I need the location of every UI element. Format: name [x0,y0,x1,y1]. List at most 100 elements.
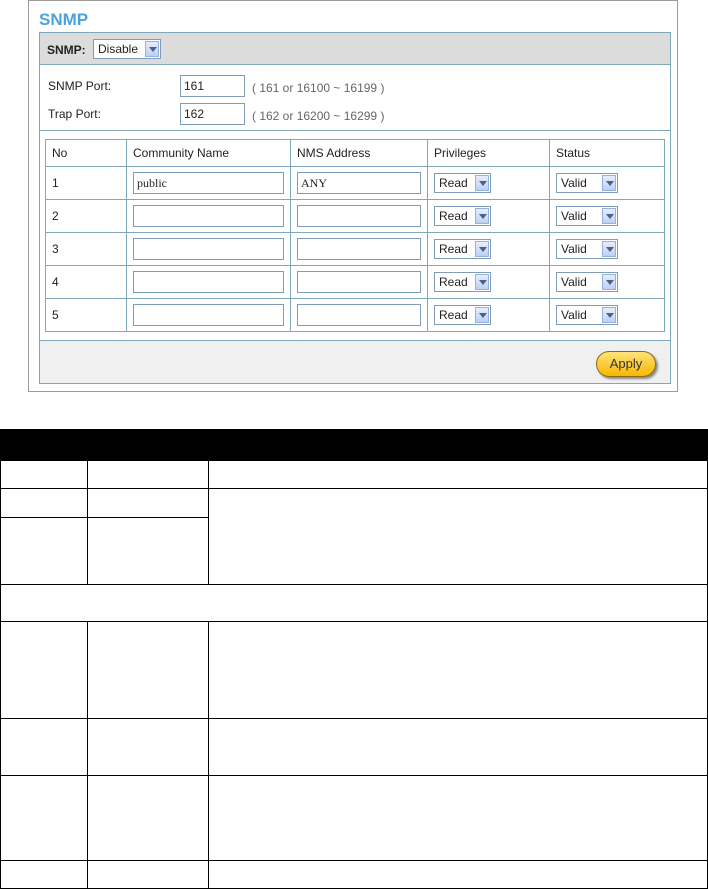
description-cell [0,718,88,776]
privileges-select[interactable]: Read [434,206,491,226]
status-select[interactable]: Valid [556,272,618,292]
description-cell [87,775,209,861]
description-row [0,718,708,776]
description-cell [87,860,209,889]
status-value: Valid [561,275,587,289]
trap-port-input[interactable]: 162 [180,103,245,125]
snmp-enable-select[interactable]: Disable [93,39,161,59]
table-row: 4 Read Valid [45,265,665,299]
description-cell [0,621,88,719]
nms-address-input[interactable]: ANY [297,172,421,194]
chevron-down-icon [475,307,489,323]
description-cell [87,621,209,719]
nms-address-input[interactable] [297,304,421,326]
page-title: SNMP [39,10,89,29]
description-cell [0,860,88,889]
row-number: 4 [45,265,127,299]
privileges-value: Read [439,176,468,190]
privileges-value: Read [439,242,468,256]
community-name-input[interactable] [133,271,284,293]
snmp-panel: SNMP: Disable SNMP Port: 161 ( 161 or 16… [39,32,671,384]
privileges-select[interactable]: Read [434,272,491,292]
apply-button[interactable]: Apply [596,351,656,377]
status-value: Valid [561,308,587,322]
description-cell [87,460,209,489]
description-section-cell [0,584,708,622]
header-privileges: Privileges [427,139,550,167]
status-select[interactable]: Valid [556,305,618,325]
chevron-down-icon [475,241,489,257]
privileges-value: Read [439,275,468,289]
community-table: No Community Name NMS Address Privileges… [45,139,665,332]
snmp-port-input[interactable]: 161 [180,75,245,97]
row-number: 2 [45,199,127,233]
privileges-select[interactable]: Read [434,239,491,259]
description-cell [208,621,708,719]
row-number: 5 [45,298,127,332]
nms-address-input[interactable] [297,205,421,227]
nms-address-input[interactable] [297,271,421,293]
status-select[interactable]: Valid [556,206,618,226]
table-row: 3 Read Valid [45,232,665,266]
chevron-down-icon [145,41,159,57]
description-cell [208,718,708,776]
description-cell [87,517,209,585]
chevron-down-icon [475,208,489,224]
header-nms-address: NMS Address [290,139,428,167]
description-cell [0,517,88,585]
community-name-input[interactable] [133,205,284,227]
chevron-down-icon [602,307,616,323]
description-cell [87,488,209,518]
trap-port-label: Trap Port: [48,107,101,121]
status-value: Valid [561,209,587,223]
description-section-row [0,584,708,622]
panel-footer: Apply [40,340,670,383]
community-name-input[interactable] [133,304,284,326]
description-cell [87,718,209,776]
port-settings: SNMP Port: 161 ( 161 or 16100 ~ 16199 ) … [40,65,670,131]
header-status: Status [549,139,665,167]
chevron-down-icon [475,274,489,290]
chevron-down-icon [602,274,616,290]
snmp-port-label: SNMP Port: [48,79,112,93]
snmp-label: SNMP: [47,43,86,57]
table-row: 2 Read Valid [45,199,665,233]
chevron-down-icon [602,208,616,224]
header-no: No [45,139,127,167]
chevron-down-icon [475,175,489,191]
row-number: 1 [45,166,127,200]
snmp-frame: SNMP SNMP: Disable SNMP Port: 161 ( 161 … [28,0,678,392]
privileges-select[interactable]: Read [434,173,491,193]
header-community-name: Community Name [126,139,291,167]
snmp-enable-value: Disable [98,42,139,56]
row-number: 3 [45,232,127,266]
description-cell [208,775,708,861]
privileges-value: Read [439,308,468,322]
description-header-cell [0,429,88,461]
description-cell [208,860,708,889]
snmp-toggle-bar: SNMP: Disable [40,33,670,65]
description-header-cell [87,429,209,461]
community-name-input[interactable]: public [133,172,284,194]
status-select[interactable]: Valid [556,239,618,259]
table-header-row: No Community Name NMS Address Privileges… [45,139,665,167]
privileges-value: Read [439,209,468,223]
privileges-select[interactable]: Read [434,305,491,325]
status-select[interactable]: Valid [556,173,618,193]
community-name-input[interactable] [133,238,284,260]
description-cell [0,488,88,518]
description-row [0,860,708,889]
description-row [0,621,708,719]
description-cell [0,775,88,861]
description-table [0,429,708,889]
chevron-down-icon [602,241,616,257]
description-cell [0,460,88,489]
nms-address-input[interactable] [297,238,421,260]
description-header-row [0,429,708,461]
description-row [0,488,708,585]
table-row: 5 Read Valid [45,298,665,332]
description-row [0,460,708,489]
description-header-cell [208,429,708,461]
description-row [0,775,708,861]
snmp-port-hint: ( 161 or 16100 ~ 16199 ) [252,81,385,95]
